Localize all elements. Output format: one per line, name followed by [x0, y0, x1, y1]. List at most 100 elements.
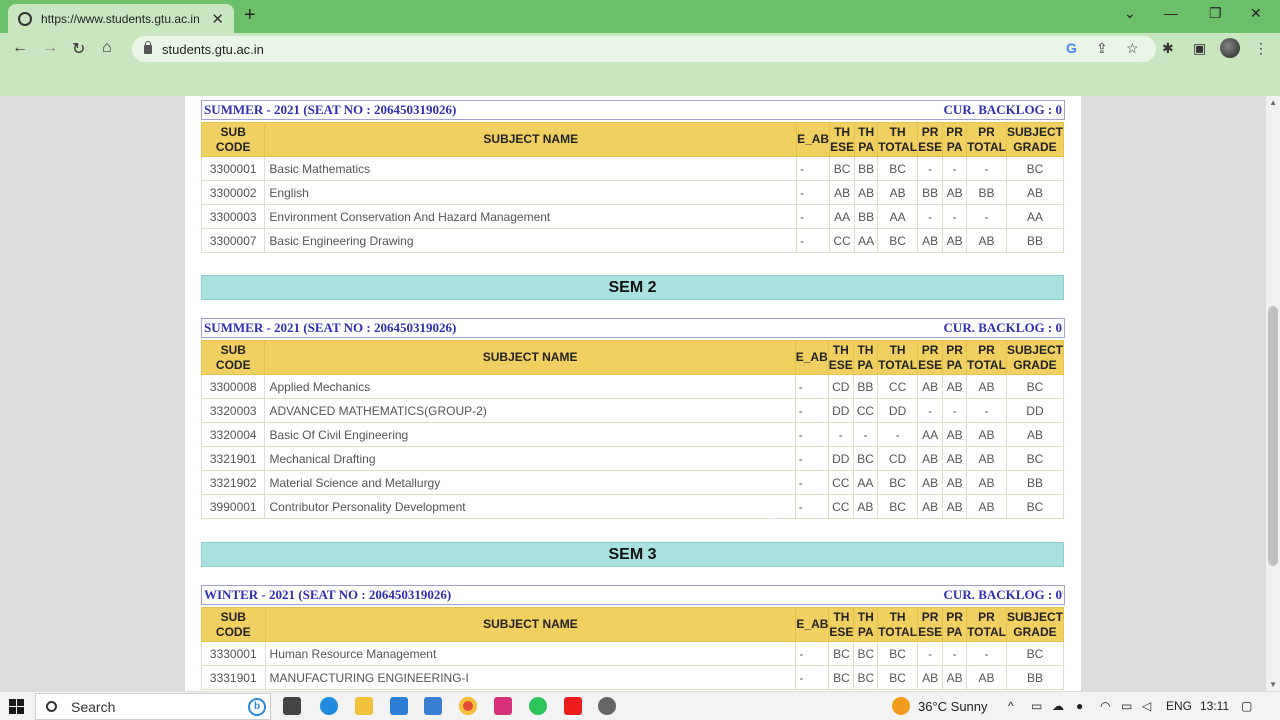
- grade-cell: -: [796, 204, 831, 229]
- grade-cell: AB: [852, 494, 879, 519]
- grade-cell: AB: [966, 374, 1007, 399]
- grade-cell: CC: [852, 398, 879, 423]
- scrollbar-thumb[interactable]: [1268, 306, 1278, 566]
- subject-name-cell: MANUFACTURING ENGINEERING-I: [264, 665, 797, 690]
- side-panel-icon[interactable]: ▣: [1193, 40, 1206, 57]
- grade-cell: AB: [966, 470, 1007, 495]
- col-th-ese-label: ESE: [830, 139, 855, 154]
- col-pr-total-label: PR: [978, 609, 995, 624]
- grade-cell: BC: [829, 156, 856, 181]
- grade-cell: -: [796, 228, 831, 253]
- profile-avatar[interactable]: [1220, 38, 1240, 58]
- volume-icon[interactable]: ◁: [1142, 699, 1151, 713]
- forward-icon[interactable]: →: [42, 39, 58, 57]
- file-explorer-icon[interactable]: [355, 697, 373, 715]
- col-e-ab-label: E_AB: [797, 132, 830, 146]
- instagram-icon[interactable]: [494, 697, 512, 715]
- browser-toolbar: ← → ↻ ⌂ students.gtu.ac.in: [0, 33, 1280, 65]
- col-pr-pa-label: PA: [946, 357, 963, 372]
- page-scrollbar[interactable]: ▲ ▼: [1266, 96, 1280, 691]
- whatsapp-icon[interactable]: [529, 697, 547, 715]
- windows-taskbar: Search b 36°C Sunny ^ ▭ ☁ ● ◠ ▭ ◁ ENG 13…: [0, 691, 1280, 720]
- col-e-ab-label: E_AB: [796, 617, 829, 631]
- mail-icon[interactable]: [390, 697, 408, 715]
- bookmark-star-icon[interactable]: ☆: [1126, 40, 1139, 57]
- tab-search-icon[interactable]: ⌄: [1124, 5, 1136, 22]
- windows-start-icon[interactable]: [9, 699, 24, 714]
- back-icon[interactable]: ←: [12, 39, 28, 57]
- weather-sun-icon[interactable]: [892, 697, 910, 715]
- col-subject-name-label: SUBJECT NAME: [483, 617, 578, 631]
- wifi-icon[interactable]: ◠: [1100, 699, 1110, 713]
- grade-cell: AB: [942, 665, 968, 690]
- col-th-ese: TH ESE: [827, 340, 854, 375]
- battery-icon[interactable]: ▭: [1121, 699, 1132, 713]
- youtube-icon[interactable]: [564, 697, 582, 715]
- home-icon[interactable]: ⌂: [102, 39, 112, 57]
- clock-time[interactable]: 13:11: [1200, 699, 1229, 713]
- col-th-total: TH TOTAL: [877, 340, 919, 375]
- language-indicator[interactable]: ENG: [1166, 699, 1192, 713]
- share-icon[interactable]: ⇪: [1096, 40, 1108, 57]
- table-row: 3300003 Environment Conservation And Haza…: [200, 204, 1065, 229]
- onedrive-icon[interactable]: ☁: [1052, 699, 1064, 713]
- grade-cell: AB: [966, 494, 1007, 519]
- google-icon[interactable]: G: [1066, 40, 1077, 56]
- col-th-pa: TH PA: [854, 122, 879, 157]
- result-page: SUMMER - 2021 (SEAT NO : 206450319026) C…: [185, 96, 1081, 691]
- taskbar-search[interactable]: Search b: [35, 693, 271, 720]
- notifications-icon[interactable]: ▢: [1241, 699, 1252, 713]
- grade-cell: BC: [853, 641, 879, 666]
- tab-close-icon[interactable]: ✕: [211, 10, 224, 28]
- globe-icon: [18, 11, 32, 26]
- grade-cell: -: [796, 156, 831, 181]
- task-view-icon[interactable]: [283, 697, 301, 715]
- sub-code-cell: 3331901: [201, 665, 266, 690]
- minimize-icon[interactable]: —: [1164, 5, 1178, 21]
- grade-cell: CC: [829, 228, 856, 253]
- new-tab-button[interactable]: +: [244, 4, 256, 27]
- menu-icon[interactable]: ⋮: [1254, 40, 1268, 57]
- col-th-ese: TH ESE: [828, 607, 855, 642]
- col-th-pa: TH PA: [853, 607, 879, 642]
- grade-cell: -: [942, 156, 968, 181]
- clock-app-icon[interactable]: [598, 697, 616, 715]
- grade-cell: BC: [877, 156, 919, 181]
- weather-text[interactable]: 36°C Sunny: [918, 699, 988, 714]
- browser-tab[interactable]: https://www.students.gtu.ac.in ✕: [8, 4, 234, 33]
- col-th-ese: TH ESE: [829, 122, 856, 157]
- grade-cell: -: [827, 422, 854, 447]
- microphone-icon[interactable]: ●: [1076, 699, 1083, 713]
- grade-cell: -: [794, 374, 829, 399]
- grade-cell: AB: [917, 494, 944, 519]
- bing-icon[interactable]: b: [248, 697, 266, 716]
- show-hidden-icons[interactable]: ^: [1008, 699, 1014, 713]
- col-sub-code-label: SUB CODE: [215, 342, 251, 372]
- extensions-icon[interactable]: ✱: [1162, 40, 1174, 57]
- col-pr-total: PR TOTAL: [966, 607, 1007, 642]
- scroll-down-icon[interactable]: ▼: [1269, 680, 1277, 689]
- col-th-pa-label: PA: [858, 139, 874, 154]
- meet-now-icon[interactable]: ▭: [1031, 699, 1042, 713]
- grade-cell: CC: [877, 374, 919, 399]
- col-subject-name-label: SUBJECT NAME: [483, 132, 579, 146]
- grade-cell: -: [917, 641, 944, 666]
- scroll-up-icon[interactable]: ▲: [1269, 98, 1277, 107]
- col-th-ese-label: ESE: [828, 357, 853, 372]
- table-row: 3990001 Contributor Personality Developme…: [200, 494, 1065, 519]
- result-block-sem2: SUMMER - 2021 (SEAT NO : 206450319026) C…: [200, 318, 1065, 519]
- address-bar[interactable]: students.gtu.ac.in: [132, 36, 1156, 62]
- store-icon[interactable]: [424, 697, 442, 715]
- grade-cell: BC: [877, 494, 919, 519]
- table-row: 3321901 Mechanical Drafting - DD BC CD AB AB AB B…: [200, 446, 1065, 471]
- table-row: 3320003 ADVANCED MATHEMATICS(GROUP-2) - DD C…: [200, 398, 1065, 423]
- restore-icon[interactable]: ❐: [1209, 5, 1222, 22]
- table-row: 3320004 Basic Of Civil Engineering - - - - AA A…: [200, 422, 1065, 447]
- chrome-icon[interactable]: [459, 697, 477, 715]
- edge-icon[interactable]: [320, 697, 338, 715]
- col-th-ese-label: TH: [832, 342, 849, 357]
- reload-icon[interactable]: ↻: [72, 39, 85, 59]
- close-window-icon[interactable]: ✕: [1250, 5, 1262, 22]
- subject-name-cell: ADVANCED MATHEMATICS(GROUP-2): [264, 398, 796, 423]
- grade-cell: -: [795, 641, 830, 666]
